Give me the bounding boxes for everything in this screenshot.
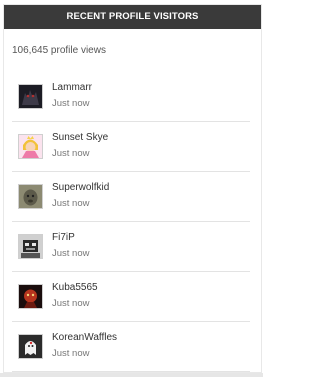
profile-views-count: 106,645 profile views (12, 45, 106, 56)
page-bottom-divider (0, 373, 263, 377)
wolf-face-avatar-icon[interactable] (18, 184, 43, 209)
visit-time: Just now (52, 198, 90, 209)
visitor-name[interactable]: Kuba5565 (52, 282, 98, 293)
widget-title: RECENT PROFILE VISITORS (4, 5, 261, 29)
visit-time: Just now (52, 248, 90, 259)
princess-peach-avatar-icon[interactable] (18, 134, 43, 159)
dark-creature-avatar-icon[interactable] (18, 84, 43, 109)
visitor-list: Lammarr Just now Sunset Skye Just now Su… (12, 72, 250, 372)
visit-time: Just now (52, 348, 90, 359)
visitor-name[interactable]: Fi7iP (52, 232, 75, 243)
visitor-item-fi7ip[interactable]: Fi7iP Just now (12, 222, 250, 272)
visitor-item-lammarr[interactable]: Lammarr Just now (12, 72, 250, 122)
visitor-item-sunset-skye[interactable]: Sunset Skye Just now (12, 122, 250, 172)
visitor-name[interactable]: Lammarr (52, 82, 92, 93)
visitor-item-koreanwaffles[interactable]: KoreanWaffles Just now (12, 322, 250, 372)
visit-time: Just now (52, 298, 90, 309)
robot-avatar-icon[interactable] (18, 234, 43, 259)
visitor-name[interactable]: Superwolfkid (52, 182, 109, 193)
visit-time: Just now (52, 148, 90, 159)
recent-profile-visitors-widget: RECENT PROFILE VISITORS 106,645 profile … (3, 4, 262, 373)
visit-time: Just now (52, 98, 90, 109)
visitor-name[interactable]: KoreanWaffles (52, 332, 117, 343)
visitor-item-superwolfkid[interactable]: Superwolfkid Just now (12, 172, 250, 222)
ghost-avatar-icon[interactable] (18, 334, 43, 359)
visitor-name[interactable]: Sunset Skye (52, 132, 108, 143)
visitor-item-kuba5565[interactable]: Kuba5565 Just now (12, 272, 250, 322)
red-character-avatar-icon[interactable] (18, 284, 43, 309)
